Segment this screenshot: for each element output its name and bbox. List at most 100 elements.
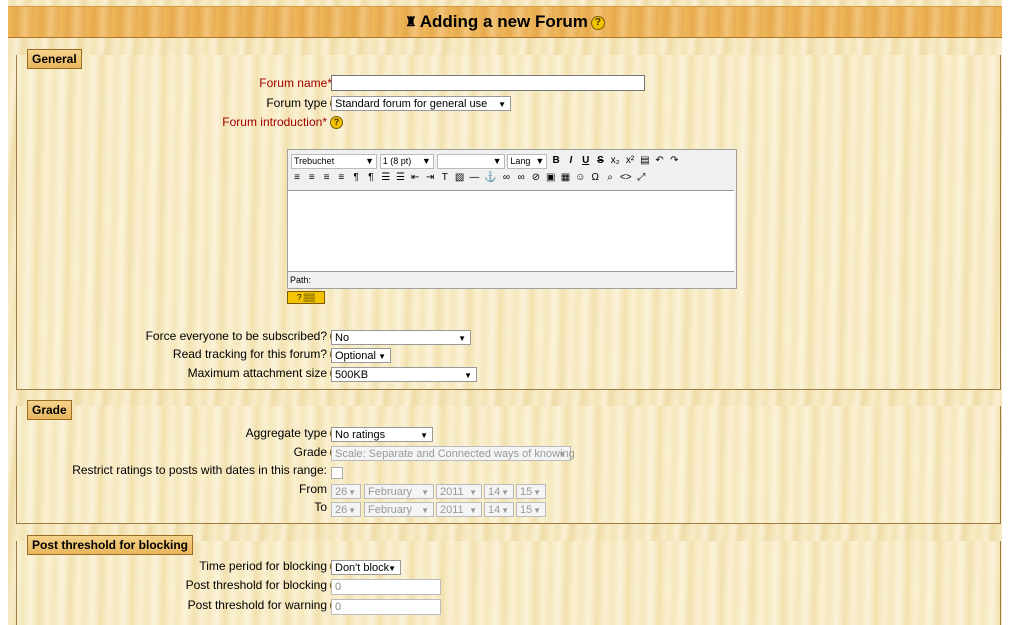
from-year-value: 2011 — [440, 486, 464, 498]
chevron-down-icon: ▼ — [365, 155, 374, 166]
font-family-select[interactable]: Trebuchet ▼ — [291, 153, 377, 169]
chevron-down-icon: ▼ — [421, 506, 429, 515]
link-icon[interactable]: ∞ — [501, 170, 511, 186]
to-minute-value: 15 — [520, 504, 533, 516]
forum-type-select[interactable]: Standard forum for general use ▼ — [331, 96, 511, 111]
max-attach-select[interactable]: 500KB ▼ — [331, 367, 477, 382]
horizontal-rule-icon[interactable]: — — [469, 170, 479, 186]
html-source-icon[interactable]: <> — [620, 170, 632, 186]
editor-toolbar-row-1: Trebuchet ▼ 1 (8 pt) ▼ ▼ Lang ▼ B I U S … — [291, 153, 680, 169]
chevron-down-icon: ▼ — [533, 488, 541, 497]
to-month-value: February — [368, 504, 413, 516]
editor-path: Path: — [290, 275, 312, 285]
from-month-select[interactable]: February ▼ — [364, 484, 434, 499]
chevron-down-icon: ▼ — [535, 155, 545, 166]
section-legend-blocking[interactable]: Post threshold for blocking — [27, 535, 194, 555]
superscript-icon[interactable]: x² — [625, 153, 635, 169]
forum-type-value: Standard forum for general use — [335, 98, 488, 110]
to-month-select[interactable]: February ▼ — [364, 502, 434, 517]
special-char-icon[interactable]: Ω — [590, 170, 600, 186]
chevron-down-icon: ▼ — [348, 506, 356, 515]
threshold-warn-input[interactable]: 0 — [331, 599, 441, 615]
section-legend-general[interactable]: General — [27, 49, 82, 69]
from-hour-select[interactable]: 14 ▼ — [484, 484, 514, 499]
aggregate-select[interactable]: No ratings ▼ — [331, 427, 433, 442]
chevron-down-icon: ▼ — [492, 155, 502, 166]
chevron-down-icon: ▼ — [469, 506, 477, 515]
page: ♜ Adding a new Forum? General Forum name*… — [8, 0, 1002, 625]
force-subscribe-select[interactable]: No ▼ — [331, 330, 471, 345]
subscript-icon[interactable]: x₂ — [610, 153, 620, 169]
threshold-block-input[interactable]: 0 — [331, 579, 441, 595]
forum-name-label: Forum name* — [259, 76, 332, 90]
grade-label-text: Grade — [293, 445, 327, 459]
section-legend-grade[interactable]: Grade — [27, 400, 72, 420]
text-color-icon[interactable]: T — [440, 170, 450, 186]
font-family-value: Trebuchet — [294, 155, 335, 166]
lang-select[interactable]: Lang ▼ — [507, 153, 548, 169]
to-day-select[interactable]: 26 ▼ — [331, 502, 361, 517]
nolink-icon[interactable]: ⊘ — [531, 170, 541, 186]
from-hour-value: 14 — [488, 486, 501, 498]
align-center-icon[interactable]: ≡ — [307, 170, 317, 186]
help-icon[interactable]: ? — [330, 116, 343, 130]
from-year-select[interactable]: 2011 ▼ — [436, 484, 482, 499]
block-period-select[interactable]: Don't block ▼ — [331, 560, 401, 575]
restrict-checkbox[interactable] — [331, 467, 343, 479]
editor-help-icon[interactable]: ? ▒▒ — [287, 291, 325, 304]
chevron-down-icon: ▼ — [378, 352, 386, 361]
strikethrough-icon[interactable]: S — [595, 153, 605, 169]
smiley-icon[interactable]: ☺ — [575, 170, 585, 186]
chevron-down-icon: ▼ — [348, 488, 356, 497]
moodle-logo-icon: ♜ — [405, 14, 417, 29]
fullscreen-icon[interactable]: ⤢ — [636, 170, 646, 186]
read-tracking-select[interactable]: Optional ▼ — [331, 348, 391, 363]
help-icon[interactable]: ? — [590, 15, 605, 30]
to-year-select[interactable]: 2011 ▼ — [436, 502, 482, 517]
clean-word-icon[interactable]: ▤ — [640, 153, 650, 169]
bold-icon[interactable]: B — [551, 153, 561, 169]
table-icon[interactable]: ▦ — [561, 170, 571, 186]
rtl-icon[interactable]: ¶ — [366, 170, 376, 186]
bg-color-icon[interactable]: ▧ — [455, 170, 465, 186]
chevron-down-icon: ▼ — [498, 100, 506, 109]
to-minute-select[interactable]: 15 ▼ — [516, 502, 546, 517]
grade-section: Grade Aggregate type? No ratings▼ Grade?… — [16, 400, 1001, 524]
from-minute-select[interactable]: 15 ▼ — [516, 484, 546, 499]
to-label: To — [314, 500, 327, 514]
image-icon[interactable]: ▣ — [546, 170, 556, 186]
max-attach-value: 500KB — [335, 369, 369, 381]
read-tracking-label: Read tracking for this forum?? — [173, 347, 343, 362]
redo-icon[interactable]: ↷ — [669, 153, 679, 169]
restrict-label: Restrict ratings to posts with dates in … — [72, 463, 327, 477]
unordered-list-icon[interactable]: ☰ — [395, 170, 405, 186]
unlink-icon[interactable]: ∞ — [516, 170, 526, 186]
align-right-icon[interactable]: ≡ — [322, 170, 332, 186]
anchor-icon[interactable]: ⚓ — [484, 170, 496, 186]
indent-icon[interactable]: ⇥ — [425, 170, 435, 186]
chevron-down-icon: ▼ — [558, 450, 566, 459]
forum-intro-label-text: Forum introduction* — [222, 115, 327, 129]
page-header: ♜ Adding a new Forum? — [8, 6, 1002, 38]
editor-content-area[interactable] — [288, 190, 734, 272]
align-left-icon[interactable]: ≡ — [292, 170, 302, 186]
format-select[interactable]: ▼ — [436, 153, 505, 169]
forum-name-input[interactable] — [331, 75, 645, 91]
to-hour-select[interactable]: 14 ▼ — [484, 502, 514, 517]
underline-icon[interactable]: U — [581, 153, 591, 169]
ltr-icon[interactable]: ¶ — [351, 170, 361, 186]
threshold-block-label: Post threshold for blocking? — [186, 578, 343, 593]
html-editor[interactable]: Trebuchet ▼ 1 (8 pt) ▼ ▼ Lang ▼ B I U S … — [287, 149, 737, 289]
from-day-select[interactable]: 26 ▼ — [331, 484, 361, 499]
outdent-icon[interactable]: ⇤ — [410, 170, 420, 186]
grade-value: Scale: Separate and Connected ways of kn… — [335, 448, 575, 460]
force-subscribe-value: No — [335, 332, 350, 344]
search-replace-icon[interactable]: ⌕ — [605, 170, 615, 186]
italic-icon[interactable]: I — [566, 153, 576, 169]
font-size-select[interactable]: 1 (8 pt) ▼ — [379, 153, 434, 169]
grade-select[interactable]: Scale: Separate and Connected ways of kn… — [331, 446, 575, 461]
chevron-down-icon: ▼ — [501, 488, 509, 497]
ordered-list-icon[interactable]: ☰ — [381, 170, 391, 186]
undo-icon[interactable]: ↶ — [655, 153, 665, 169]
justify-icon[interactable]: ≡ — [336, 170, 346, 186]
